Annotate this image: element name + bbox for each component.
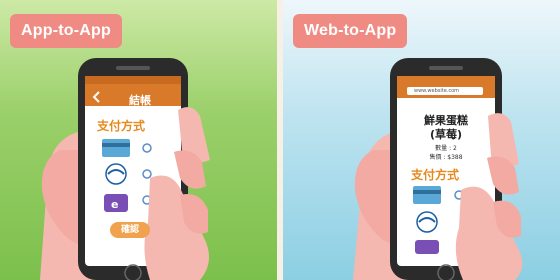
web-to-app-panel: Web-to-App www.website.com 鮮果蛋糕 (草莓) 數量 … [283, 0, 560, 280]
card-icon [102, 139, 130, 157]
confirm-button[interactable]: 確認 [110, 222, 150, 238]
card-icon [413, 186, 441, 204]
product-variant: (草莓) [429, 128, 463, 141]
web-to-app-tag: Web-to-App [293, 14, 408, 48]
left-payment-title: 支付方式 [97, 119, 146, 133]
illustration: e App-to-App 結帳 支付方式 確認 Web-to-App www.w… [0, 0, 560, 280]
quantity-text: 數量 : 2 [435, 145, 457, 152]
svg-text:e: e [111, 198, 118, 211]
url-text: www.website.com [414, 88, 460, 94]
right-payment-title: 支付方式 [411, 168, 460, 182]
app-to-app-tag: App-to-App [10, 14, 122, 48]
left-header-title: 結帳 [129, 94, 151, 107]
left-phone-speaker [116, 66, 150, 70]
price-text: 售價 : $388 [429, 154, 463, 161]
e-wallet-icon [415, 240, 439, 254]
app-to-app-panel: e App-to-App 結帳 支付方式 確認 [0, 0, 277, 280]
